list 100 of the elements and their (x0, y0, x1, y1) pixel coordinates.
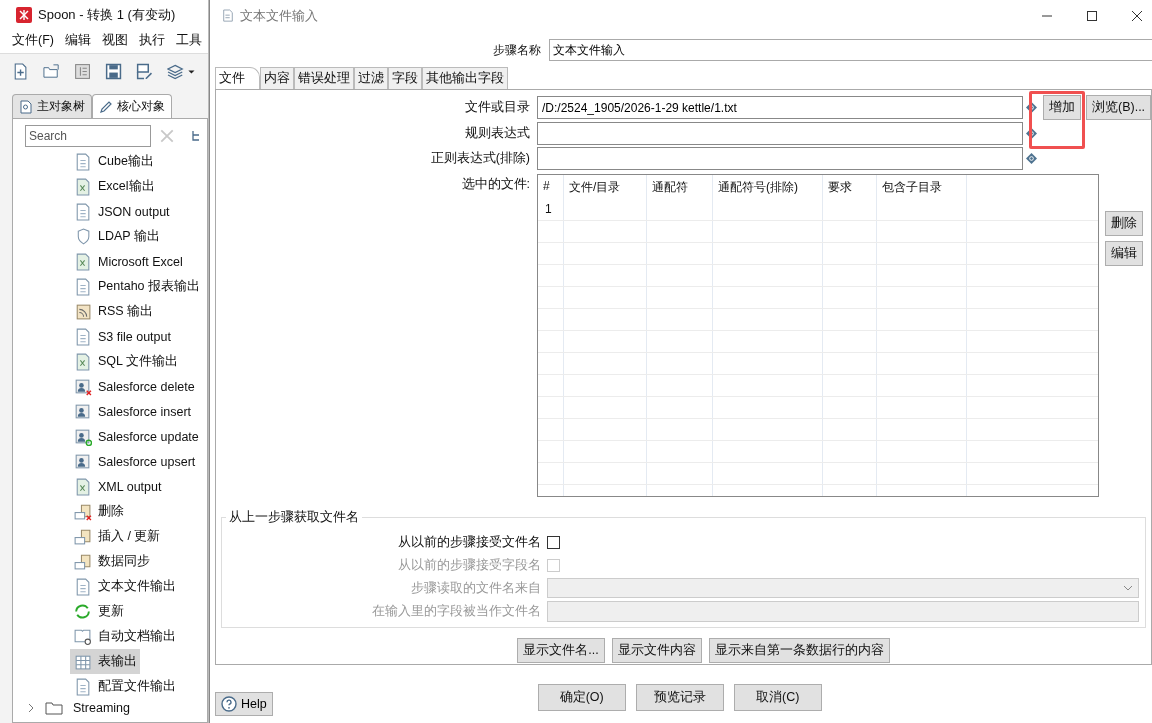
tab[interactable]: 其他输出字段 (422, 67, 508, 89)
window-title: Spoon - 转换 1 (有变动) (38, 6, 176, 24)
regex-field[interactable] (537, 122, 1023, 145)
tree-item[interactable]: Salesforce update (70, 424, 202, 449)
step-icon (73, 552, 92, 571)
browse-button[interactable]: 浏览(B)... (1086, 95, 1152, 120)
menu-item[interactable]: 执行 (138, 32, 165, 49)
folder-icon (45, 701, 63, 715)
tree-item[interactable]: LDAP 输出 (70, 224, 163, 249)
close-icon[interactable] (1131, 10, 1144, 22)
tab[interactable]: 内容 (260, 67, 294, 89)
tree-item[interactable]: Pentaho 报表输出 (70, 274, 204, 299)
field-label: 在输入里的字段被当作文件名 (371, 602, 542, 620)
field-label: 选中的文件: (460, 176, 531, 193)
new-file-icon[interactable] (12, 62, 30, 80)
step-icon (73, 452, 92, 471)
field-label: 步骤名称 (493, 41, 542, 59)
tree-item[interactable]: Microsoft Excel (70, 249, 186, 274)
step-icon (73, 627, 92, 646)
tree-item[interactable]: 自动文档输出 (70, 624, 179, 649)
app-logo-icon (16, 7, 32, 23)
help-button[interactable]: Help (215, 692, 273, 716)
tree-item[interactable]: XML output (70, 474, 165, 499)
tab[interactable]: 过滤 (354, 67, 388, 89)
maximize-icon[interactable] (1086, 10, 1099, 22)
tree-item[interactable]: Salesforce insert (70, 399, 195, 424)
save-as-icon[interactable] (136, 62, 154, 80)
menu-item[interactable]: 编辑 (64, 32, 91, 49)
tree-item[interactable]: Cube输出 (70, 149, 157, 174)
delete-button[interactable]: 删除 (1105, 211, 1143, 236)
tree-item[interactable]: Salesforce delete (70, 374, 198, 399)
column-header[interactable]: # (538, 175, 564, 199)
show-button[interactable]: 显示文件名... (517, 638, 605, 663)
tab[interactable]: 错误处理 (294, 67, 354, 89)
search-field[interactable]: Search (25, 125, 151, 147)
field-label: 规则表达式 (464, 125, 531, 142)
tab[interactable]: 字段 (388, 67, 422, 89)
step-icon (73, 502, 92, 521)
tree-icon (19, 99, 33, 114)
show-button[interactable]: 显示文件内容 (611, 638, 702, 663)
tree-item[interactable]: JSON output (70, 199, 173, 224)
collapse-icon[interactable] (191, 130, 201, 142)
tree-item[interactable]: Salesforce upsert (70, 449, 199, 474)
group-title: 从上一步骤获取文件名 (228, 509, 360, 526)
menu-item[interactable]: 工具 (175, 32, 202, 49)
step-icon (73, 602, 92, 621)
step-icon (73, 427, 92, 446)
variable-icon (1026, 128, 1037, 139)
field-label: 文件或目录 (464, 99, 531, 116)
column-header[interactable]: 通配符号(排除) (713, 175, 823, 199)
tree-folder[interactable]: Streaming (27, 699, 130, 717)
tree-item[interactable]: S3 file output (70, 324, 174, 349)
tree-item[interactable]: 更新 (70, 599, 127, 624)
tab[interactable]: 文件 (215, 67, 260, 89)
checkbox[interactable] (547, 535, 560, 549)
layers-icon[interactable] (167, 62, 196, 80)
tree-item[interactable]: Excel输出 (70, 174, 158, 199)
file-path-field[interactable]: /D:/2524_1905/2026-1-29 kettle/1.txt (537, 96, 1023, 119)
tree-item[interactable]: SQL 文件输出 (70, 349, 182, 374)
panel-tab[interactable]: 核心对象 (92, 94, 172, 118)
tree-item[interactable]: 配置文件输出 (70, 674, 179, 699)
show-button[interactable]: 显示来自第一条数据行的内容 (708, 638, 890, 663)
variable-icon (1026, 102, 1037, 113)
tree-item[interactable]: 数据同步 (70, 549, 153, 574)
step-name-field[interactable]: 文本文件输入 (549, 39, 1152, 61)
explore-icon[interactable] (74, 62, 92, 80)
chevron-icon[interactable] (27, 703, 35, 713)
save-icon[interactable] (105, 62, 123, 80)
step-icon (73, 402, 92, 421)
tree-item[interactable]: 文本文件输出 (70, 574, 179, 599)
menu-item[interactable]: 视图 (101, 32, 128, 49)
tree-item[interactable]: 表输出 (70, 649, 140, 674)
variable-icon (1026, 153, 1037, 164)
column-header[interactable]: 包含子目录 (877, 175, 967, 199)
column-header[interactable]: 通配符 (647, 175, 713, 199)
dialog-title: 文本文件输入 (240, 7, 318, 25)
dialog-button[interactable]: 确定(O) (537, 683, 626, 711)
help-icon (221, 696, 237, 712)
panel-tab[interactable]: 主对象树 (12, 94, 92, 118)
folder-open-icon[interactable] (43, 62, 61, 80)
field-label: 步骤读取的文件名来自 (410, 579, 542, 597)
add-button[interactable]: 增加 (1043, 95, 1081, 120)
menu-item[interactable]: 文件(F) (12, 32, 54, 49)
tree-item[interactable]: RSS 输出 (70, 299, 157, 324)
step-icon (73, 527, 92, 546)
field-label: 从以前的步骤接受字段名 (397, 556, 542, 574)
column-header[interactable]: 要求 (823, 175, 877, 199)
dialog-button[interactable]: 取消(C) (733, 683, 822, 711)
dialog-button[interactable]: 预览记录 (635, 683, 724, 711)
exclude-regex-field[interactable] (537, 147, 1023, 170)
document-icon (222, 9, 234, 23)
tree-item[interactable]: 插入 / 更新 (70, 524, 164, 549)
field-label: 从以前的步骤接受文件名 (397, 533, 542, 551)
step-icon (73, 377, 92, 396)
field-label: 正则表达式(排除) (429, 150, 531, 167)
row-number: 1 (538, 199, 564, 220)
tree-item[interactable]: 删除 (70, 499, 127, 524)
column-header[interactable]: 文件/目录 (564, 175, 647, 199)
pencil-icon (99, 99, 113, 114)
edit-button[interactable]: 编辑 (1105, 241, 1143, 266)
